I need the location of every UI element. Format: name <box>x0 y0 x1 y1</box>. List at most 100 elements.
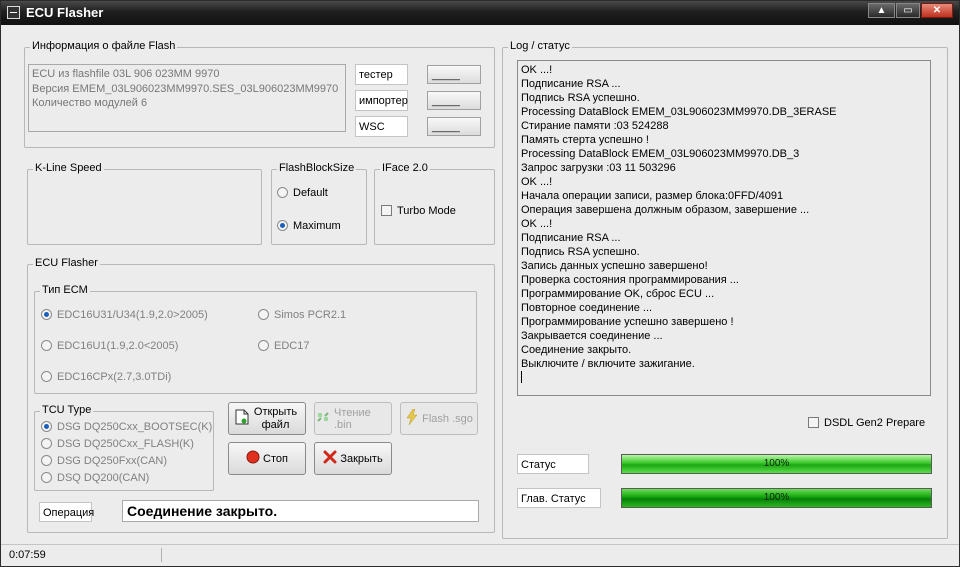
radio-selected-icon[interactable] <box>41 421 52 432</box>
flashblock-default-option[interactable]: Default <box>277 187 328 199</box>
kline-speed-legend: K-Line Speed <box>33 162 104 174</box>
close-button[interactable]: Закрыть <box>314 442 392 475</box>
file-info-legend: Информация о файле Flash <box>30 40 178 52</box>
flashblock-group: FlashBlockSize <box>271 162 367 245</box>
status-progress: 100% <box>621 454 932 474</box>
ecu-flasher-legend: ECU Flasher <box>33 257 100 269</box>
log-line: Соединение закрыто. <box>521 344 632 356</box>
stop-button[interactable]: Стоп <box>228 442 306 475</box>
elapsed-time: 0:07:59 <box>9 549 46 561</box>
open-file-label: Открыть файл <box>253 405 298 431</box>
flashblock-default-label: Default <box>293 187 328 199</box>
open-file-button[interactable]: Открыть файл <box>228 402 306 435</box>
log-line: Подпись RSA успешно. <box>521 246 640 258</box>
minimize-button[interactable]: ▲ <box>868 3 895 18</box>
radio-icon[interactable] <box>41 455 52 466</box>
ecm-option-edc17[interactable]: EDC17 <box>258 340 309 352</box>
dsdl-gen2-checkbox[interactable]: DSDL Gen2 Prepare <box>808 417 925 429</box>
flashblock-legend: FlashBlockSize <box>277 162 357 174</box>
title-bar[interactable]: ECU Flasher ▲ ▭ ✕ <box>1 1 959 25</box>
maximize-button[interactable]: ▭ <box>896 3 920 18</box>
file-info-line: Количество модулей 6 <box>32 97 148 109</box>
stop-icon <box>246 450 260 467</box>
operation-label: Операция <box>39 502 94 522</box>
status-progress-text: 100% <box>763 458 790 469</box>
status-bar-separator <box>161 548 162 562</box>
main-status-progress: 100% <box>621 488 932 508</box>
file-icon <box>235 409 249 428</box>
tcu-type-legend: TCU Type <box>40 404 94 416</box>
log-line: Стирание памяти :03 524288 <box>521 120 669 132</box>
radio-icon[interactable] <box>258 309 269 320</box>
tester-field: _____ <box>427 65 481 84</box>
read-bin-button[interactable]: Чтение .bin <box>314 402 392 435</box>
status-bar: 0:07:59 <box>1 544 959 566</box>
checkbox-icon[interactable] <box>381 205 392 216</box>
radio-selected-icon[interactable] <box>41 309 52 320</box>
log-line: OK ...! <box>521 218 553 230</box>
log-line: Программирование успешно завершено ! <box>521 316 734 328</box>
iface-legend: IFace 2.0 <box>380 162 430 174</box>
main-status-label: Глав. Статус <box>517 488 601 508</box>
close-label: Закрыть <box>340 452 383 465</box>
close-window-button[interactable]: ✕ <box>921 3 953 18</box>
flash-sgo-label: Flash .sgo <box>422 412 473 425</box>
ecm-option-simos[interactable]: Simos PCR2.1 <box>258 309 346 321</box>
tcu-option-label: DSG DQ250Fxx(CAN) <box>57 455 168 467</box>
file-info-line: Версия EMEM_03L906023MM9970.SES_03L90602… <box>32 82 339 95</box>
recycle-icon <box>315 410 331 427</box>
operation-text: Соединение закрыто. <box>122 500 479 522</box>
file-info-line: ECU из flashfile 03L 906 023MM 9970 <box>32 68 220 80</box>
ecm-option-edc16u31[interactable]: EDC16U31/U34(1.9,2.0>2005) <box>41 309 208 321</box>
radio-icon[interactable] <box>41 472 52 483</box>
log-line: Программирование OK, сброс ECU ... <box>521 288 715 300</box>
radio-selected-icon[interactable] <box>277 220 288 231</box>
tcu-option-flash[interactable]: DSG DQ250Cxx_FLASH(K) <box>41 438 194 450</box>
log-line: Повторное соединение ... <box>521 302 653 314</box>
wsc-label: WSC <box>355 116 408 137</box>
log-line: Подписание RSA ... <box>521 78 621 90</box>
window-title: ECU Flasher <box>26 5 104 20</box>
log-output[interactable]: OK ...! Подписание RSA ... Подпись RSA усп… <box>517 60 931 396</box>
tcu-option-dq250fxx[interactable]: DSG DQ250Fxx(CAN) <box>41 455 167 467</box>
log-line: Processing DataBlock EMEM_03L906023MM997… <box>521 106 837 118</box>
tcu-option-label: DSG DQ250Cxx_BOOTSEC(K) <box>57 421 213 433</box>
tcu-option-bootsec[interactable]: DSG DQ250Cxx_BOOTSEC(K) <box>41 421 212 433</box>
log-line: OK ...! <box>521 64 553 76</box>
tcu-option-label: DSQ DQ200(CAN) <box>57 472 150 484</box>
ecm-option-edc16u1[interactable]: EDC16U1(1.9,2.0<2005) <box>41 340 178 352</box>
system-menu-icon[interactable] <box>7 6 20 19</box>
importer-field: _____ <box>427 91 481 110</box>
log-line: Подпись RSA успешно. <box>521 92 640 104</box>
log-line: Запись данных успешно завершено! <box>521 260 708 272</box>
stop-label: Стоп <box>263 452 288 465</box>
log-line: Processing DataBlock EMEM_03L906023MM997… <box>521 148 800 160</box>
importer-label: импортер <box>355 90 408 111</box>
ecm-option-label: Simos PCR2.1 <box>274 309 347 321</box>
log-legend: Log / статус <box>508 40 572 52</box>
radio-icon[interactable] <box>277 187 288 198</box>
tcu-option-dq200[interactable]: DSQ DQ200(CAN) <box>41 472 149 484</box>
log-line: Начала операции записи, размер блока:0FF… <box>521 190 784 202</box>
flashblock-maximum-option[interactable]: Maximum <box>277 220 341 232</box>
tcu-option-label: DSG DQ250Cxx_FLASH(K) <box>57 438 194 450</box>
kline-speed-group: K-Line Speed <box>27 162 262 245</box>
log-line: Выключите / включите зажигание. <box>521 358 695 370</box>
radio-icon[interactable] <box>41 371 52 382</box>
read-bin-label: Чтение .bin <box>334 406 371 431</box>
flashblock-maximum-label: Maximum <box>293 220 341 232</box>
radio-icon[interactable] <box>41 340 52 351</box>
ecm-option-edc16cpx[interactable]: EDC16CPx(2.7,3.0TDi) <box>41 371 171 383</box>
flash-sgo-button[interactable]: Flash .sgo <box>400 402 478 435</box>
radio-icon[interactable] <box>258 340 269 351</box>
ecm-option-label: EDC16U1(1.9,2.0<2005) <box>57 340 179 352</box>
checkbox-icon[interactable] <box>808 417 819 428</box>
status-label: Статус <box>517 454 589 474</box>
file-info-text: ECU из flashfile 03L 906 023MM 9970 Верс… <box>28 64 346 132</box>
turbo-mode-label: Turbo Mode <box>397 205 456 217</box>
radio-icon[interactable] <box>41 438 52 449</box>
log-line: Память стерта успешно ! <box>521 134 649 146</box>
turbo-mode-checkbox[interactable]: Turbo Mode <box>381 205 456 217</box>
ecm-option-label: EDC16U31/U34(1.9,2.0>2005) <box>57 309 208 321</box>
main-status-progress-text: 100% <box>763 492 790 503</box>
